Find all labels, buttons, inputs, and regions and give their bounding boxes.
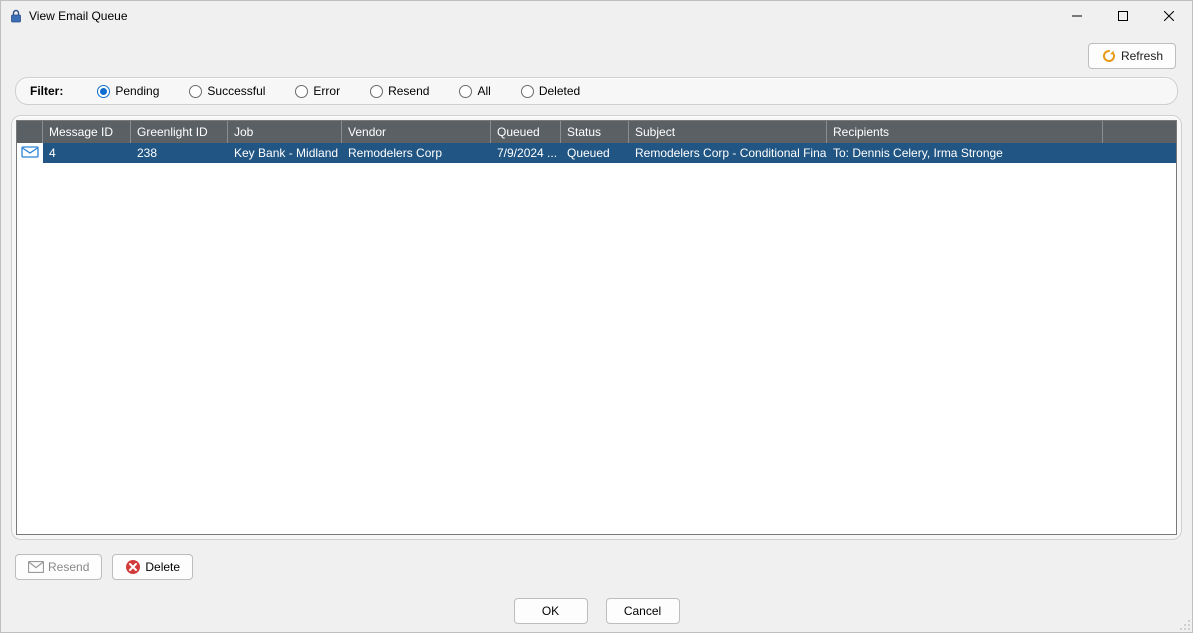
radio-icon: [189, 85, 202, 98]
client-area: Refresh Filter: Pending Successful Error…: [1, 31, 1192, 632]
grid-header: Message ID Greenlight ID Job Vendor Queu…: [17, 121, 1176, 143]
cell-queued: 7/9/2024 ...: [491, 143, 561, 163]
resend-button-label: Resend: [48, 560, 89, 574]
resend-button[interactable]: Resend: [15, 554, 102, 580]
maximize-button[interactable]: [1100, 1, 1146, 31]
row-icon-cell: [17, 143, 43, 163]
filter-option-all[interactable]: All: [459, 84, 490, 98]
lock-icon: [9, 9, 23, 23]
radio-icon: [521, 85, 534, 98]
window-title: View Email Queue: [29, 9, 128, 23]
column-header-recipients[interactable]: Recipients: [827, 121, 1103, 143]
refresh-icon: [1101, 48, 1117, 64]
column-header-status[interactable]: Status: [561, 121, 629, 143]
radio-icon: [97, 85, 110, 98]
filter-bar: Filter: Pending Successful Error Resend …: [15, 77, 1178, 105]
radio-icon: [370, 85, 383, 98]
top-actions: Refresh: [17, 43, 1176, 69]
filter-option-label: Deleted: [539, 84, 580, 98]
filter-option-label: Pending: [115, 84, 159, 98]
column-header-queued[interactable]: Queued: [491, 121, 561, 143]
column-header-message-id[interactable]: Message ID: [43, 121, 131, 143]
radio-icon: [295, 85, 308, 98]
column-header-job[interactable]: Job: [228, 121, 342, 143]
row-actions: Resend Delete: [15, 554, 1178, 580]
filter-option-label: All: [477, 84, 490, 98]
cell-greenlight-id: 238: [131, 143, 228, 163]
refresh-button[interactable]: Refresh: [1088, 43, 1176, 69]
refresh-button-label: Refresh: [1121, 49, 1163, 63]
filter-option-deleted[interactable]: Deleted: [521, 84, 580, 98]
filter-option-label: Resend: [388, 84, 429, 98]
filter-option-resend[interactable]: Resend: [370, 84, 429, 98]
radio-icon: [459, 85, 472, 98]
column-header-subject[interactable]: Subject: [629, 121, 827, 143]
cell-message-id: 4: [43, 143, 131, 163]
column-header-greenlight[interactable]: Greenlight ID: [131, 121, 228, 143]
delete-icon: [125, 559, 141, 575]
cell-subject: Remodelers Corp - Conditional Final W...: [629, 143, 827, 163]
filter-option-label: Error: [313, 84, 340, 98]
grid[interactable]: Message ID Greenlight ID Job Vendor Queu…: [16, 120, 1177, 535]
grid-panel: Message ID Greenlight ID Job Vendor Queu…: [11, 115, 1182, 540]
filter-option-label: Successful: [207, 84, 265, 98]
window-controls: [1054, 1, 1192, 31]
column-header-vendor[interactable]: Vendor: [342, 121, 491, 143]
email-queue-window: View Email Queue Refre: [0, 0, 1193, 633]
minimize-button[interactable]: [1054, 1, 1100, 31]
delete-button-label: Delete: [145, 560, 180, 574]
table-row[interactable]: 4 238 Key Bank - Midland Remodelers Corp…: [17, 143, 1176, 163]
title-bar: View Email Queue: [1, 1, 1192, 31]
cell-job: Key Bank - Midland: [228, 143, 342, 163]
delete-button[interactable]: Delete: [112, 554, 193, 580]
cancel-button-label: Cancel: [624, 604, 661, 618]
filter-option-pending[interactable]: Pending: [97, 84, 159, 98]
envelope-icon: [21, 145, 39, 162]
envelope-icon: [28, 559, 44, 575]
cell-vendor: Remodelers Corp: [342, 143, 491, 163]
column-header-spacer: [1103, 121, 1176, 143]
dialog-buttons: OK Cancel: [11, 580, 1182, 628]
cell-status: Queued: [561, 143, 629, 163]
column-header-icon[interactable]: [17, 121, 43, 143]
resize-grip[interactable]: [1177, 617, 1191, 631]
close-button[interactable]: [1146, 1, 1192, 31]
cell-recipients: To: Dennis Celery, Irma Stronge: [827, 143, 1103, 163]
ok-button[interactable]: OK: [514, 598, 588, 624]
filter-option-successful[interactable]: Successful: [189, 84, 265, 98]
cell-spacer: [1103, 143, 1176, 163]
cancel-button[interactable]: Cancel: [606, 598, 680, 624]
grid-body: 4 238 Key Bank - Midland Remodelers Corp…: [17, 143, 1176, 534]
filter-label: Filter:: [30, 84, 63, 98]
ok-button-label: OK: [542, 604, 559, 618]
filter-option-error[interactable]: Error: [295, 84, 340, 98]
